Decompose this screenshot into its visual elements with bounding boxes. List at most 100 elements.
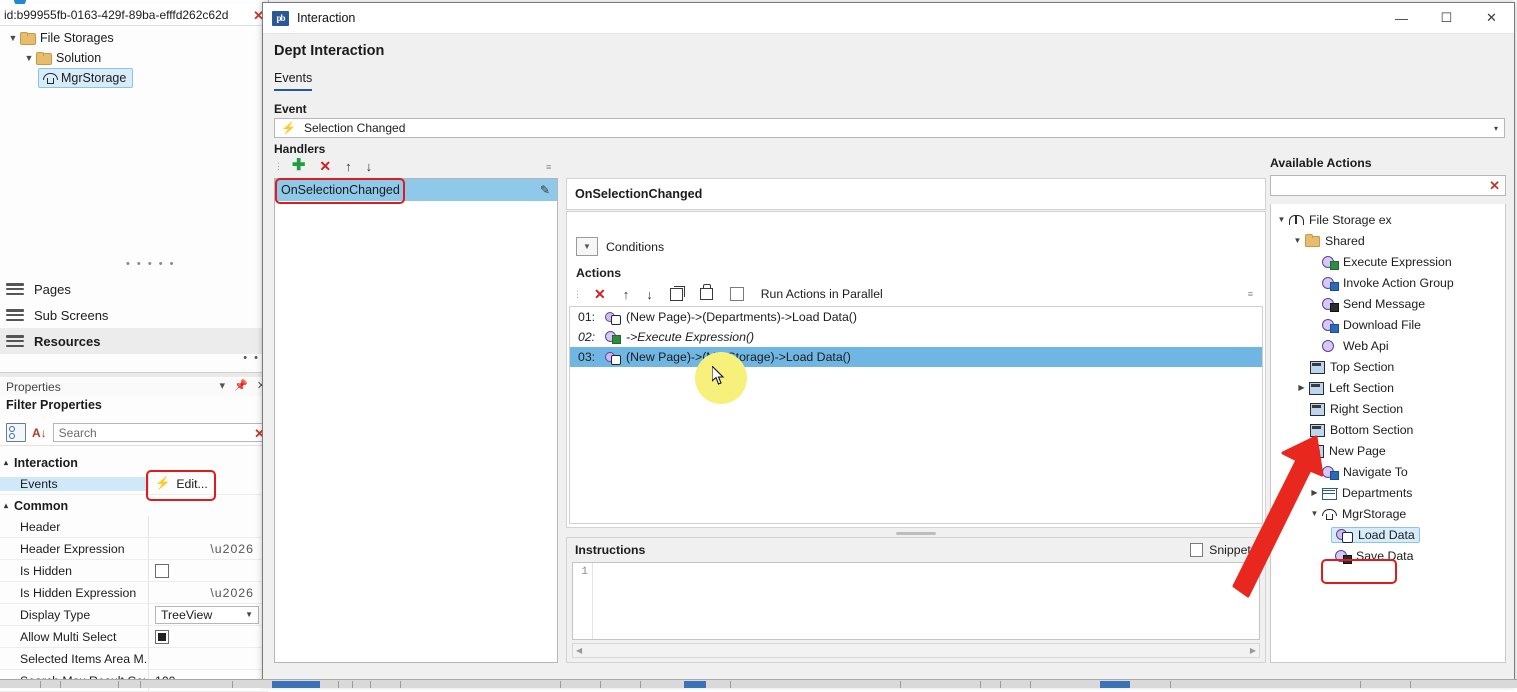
nav-item-pages[interactable]: Pages	[0, 276, 268, 302]
ellipsis-icon[interactable]: \u2026	[210, 586, 254, 600]
move-action-down-button[interactable]: ↓	[646, 288, 653, 301]
delete-handler-button[interactable]: ✕	[319, 159, 331, 173]
tree-item-bottom-section[interactable]: Bottom Section	[1271, 419, 1505, 440]
tree-item-load-data[interactable]: Load Data	[1271, 524, 1505, 545]
chevron-down-icon[interactable]: ▼	[1291, 236, 1304, 245]
run-actions-in-parallel-checkbox[interactable]	[729, 287, 744, 301]
actions-list[interactable]: 01: (New Page)->(Departments)->Load Data…	[569, 306, 1263, 524]
overflow-dots[interactable]: • •	[243, 352, 260, 364]
action-row[interactable]: 03: (New Page)->(MgrStorage)->Load Data(…	[570, 347, 1262, 367]
property-value[interactable]	[148, 626, 268, 647]
property-row-header[interactable]: Header	[0, 516, 268, 538]
tree-node-file-storages[interactable]: ▼ File Storages	[0, 28, 268, 48]
display-type-select[interactable]: TreeView ▼	[155, 605, 259, 624]
pin-icon[interactable]: 📌	[234, 379, 248, 392]
splitter-dots[interactable]: • • • • •	[126, 258, 175, 270]
tree-item-top-section[interactable]: Top Section	[1271, 356, 1505, 377]
edit-button-label[interactable]: Edit...	[176, 477, 207, 491]
horizontal-splitter[interactable]	[566, 530, 1266, 537]
panel-splitter[interactable]	[0, 372, 268, 377]
chevron-down-icon[interactable]: ▼	[22, 53, 36, 63]
property-value-events[interactable]: ⚡ Edit...	[148, 473, 268, 494]
tree-item-download-file[interactable]: Download File	[1271, 314, 1505, 335]
tree-item-file-storage-ex[interactable]: ▼ File Storage ex	[1271, 209, 1505, 230]
tree-item-invoke-action-group[interactable]: Invoke Action Group	[1271, 272, 1505, 293]
nav-item-resources[interactable]: Resources	[0, 328, 268, 354]
scroll-left-icon[interactable]: ◀	[573, 646, 585, 655]
chevron-down-icon[interactable]: ▾	[220, 379, 226, 392]
property-group-interaction[interactable]: ▴ Interaction	[0, 452, 268, 473]
chevron-down-icon[interactable]: ▼	[1295, 446, 1308, 455]
chevron-down-icon[interactable]: ▼	[1308, 509, 1321, 518]
tree-item-web-api[interactable]: Web Api	[1271, 335, 1505, 356]
tree-item-departments[interactable]: ▶ Departments	[1271, 482, 1505, 503]
property-group-common[interactable]: ▴ Common	[0, 495, 268, 516]
chevron-down-icon[interactable]: ▼	[6, 33, 20, 43]
tree-node-solution[interactable]: ▼ Solution	[0, 48, 268, 68]
event-select[interactable]: ⚡ Selection Changed ▾	[274, 118, 1505, 138]
property-value[interactable]	[148, 560, 268, 581]
is-hidden-checkbox[interactable]	[155, 563, 169, 578]
ellipsis-icon[interactable]: \u2026	[210, 542, 254, 556]
property-row-header-expression[interactable]: Header Expression \u2026	[0, 538, 268, 560]
action-row[interactable]: 02: ->Execute Expression()	[570, 327, 1262, 347]
delete-action-button[interactable]: ✕	[594, 287, 606, 301]
property-row-selected-items-area[interactable]: Selected Items Area M...	[0, 648, 268, 670]
handlers-list[interactable]: OnSelectionChanged ✎	[274, 178, 558, 663]
property-row-events[interactable]: Events ⚡ Edit...	[0, 473, 268, 495]
tree-item-right-section[interactable]: Right Section	[1271, 398, 1505, 419]
chevron-down-icon[interactable]: ▴	[4, 458, 8, 467]
move-handler-up-button[interactable]: ↑	[345, 160, 352, 173]
property-value[interactable]: \u2026	[148, 582, 268, 603]
available-actions-tree[interactable]: ▼ File Storage ex ▼ Shared Execute Expre…	[1270, 204, 1506, 663]
tree-item-save-data[interactable]: Save Data	[1271, 545, 1505, 566]
property-value[interactable]	[148, 648, 268, 669]
chevron-down-icon[interactable]: ▾	[1494, 124, 1498, 133]
clear-search-icon[interactable]: ✕	[1489, 178, 1500, 194]
property-search-input[interactable]: Search ✕	[52, 423, 265, 442]
snippets-checkbox[interactable]	[1190, 542, 1204, 557]
available-actions-search-input[interactable]: ✕	[1270, 175, 1506, 196]
property-row-display-type[interactable]: Display Type TreeView ▼	[0, 604, 268, 626]
tab-events[interactable]: Events	[274, 71, 313, 91]
tree-item-selected-wrap[interactable]: Load Data	[1331, 526, 1420, 543]
maximize-button[interactable]: ☐	[1424, 3, 1469, 33]
code-text[interactable]	[593, 563, 1259, 639]
chevron-down-icon[interactable]: ▼	[1275, 215, 1288, 224]
tree-item-shared[interactable]: ▼ Shared	[1271, 230, 1505, 251]
tabstrip[interactable]: Events	[274, 71, 313, 91]
scroll-right-icon[interactable]: ▶	[1247, 646, 1259, 655]
chevron-right-icon[interactable]: ▶	[1308, 488, 1321, 497]
property-value[interactable]	[148, 516, 268, 537]
property-value[interactable]: TreeView ▼	[148, 604, 268, 625]
move-action-up-button[interactable]: ↑	[623, 288, 630, 301]
tree-item-send-message[interactable]: Send Message	[1271, 293, 1505, 314]
drag-grip-icon[interactable]: ⋮	[573, 289, 582, 300]
paste-action-icon[interactable]	[699, 284, 713, 300]
property-row-allow-multi-select[interactable]: Allow Multi Select	[0, 626, 268, 648]
chevron-down-icon[interactable]: ▴	[4, 501, 8, 510]
chevron-down-icon[interactable]: ▼	[245, 610, 253, 619]
sort-alphabetical-icon[interactable]: A↓	[32, 426, 47, 440]
tree-item-left-section[interactable]: ▶ Left Section	[1271, 377, 1505, 398]
conditions-expand-button[interactable]: ▼	[576, 237, 598, 256]
move-handler-down-button[interactable]: ↓	[366, 160, 373, 173]
allow-multi-select-checkbox[interactable]	[155, 629, 169, 644]
minimize-button[interactable]: —	[1379, 3, 1424, 33]
tree-item-mgrstorage[interactable]: ▼ MgrStorage	[1271, 503, 1505, 524]
property-value[interactable]: \u2026	[148, 538, 268, 559]
handler-item-onselectionchanged[interactable]: OnSelectionChanged ✎	[275, 179, 557, 201]
tree-item-execute-expression[interactable]: Execute Expression	[1271, 251, 1505, 272]
categorize-icon[interactable]	[6, 423, 26, 442]
add-handler-button[interactable]: ✚	[292, 158, 305, 174]
file-storages-tree[interactable]: ▼ File Storages ▼ Solution MgrStorage	[0, 28, 268, 88]
tree-node-mgrstorage[interactable]: MgrStorage	[0, 68, 268, 88]
conditions-row[interactable]: ▼ Conditions	[576, 237, 664, 256]
toolbar-overflow-icon[interactable]: ≡	[1248, 289, 1253, 299]
tree-node-selected[interactable]: MgrStorage	[38, 68, 134, 88]
toolbar-overflow-icon[interactable]: ≡	[546, 162, 551, 172]
instructions-code-editor[interactable]: 1	[572, 562, 1260, 640]
copy-action-icon[interactable]	[669, 285, 685, 301]
snippets-toggle[interactable]: Snippets	[1190, 542, 1257, 557]
dialog-titlebar[interactable]: pb Interaction — ☐ ✕	[263, 3, 1514, 34]
